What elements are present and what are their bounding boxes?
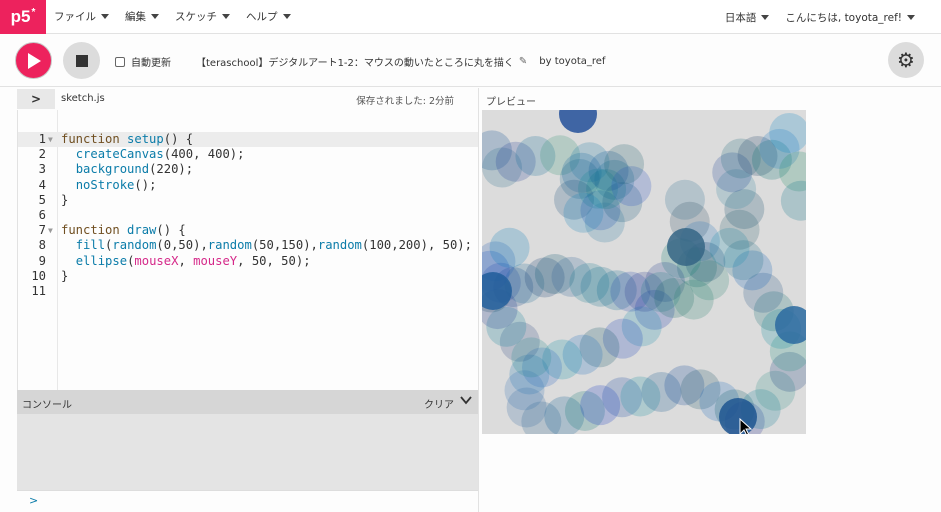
pane-divider[interactable] [478,88,479,512]
code-line: 6 [18,208,472,223]
user-menu[interactable]: こんにちは, toyota_ref! [777,0,923,34]
gear-icon: ⚙ [897,48,915,72]
menu-sketch-label: スケッチ [175,11,217,23]
project-owner: by toyota_ref [539,56,606,67]
console-clear-button[interactable]: クリア [424,396,454,411]
project-info: 【teraschool】デジタルアート1-2：マウスの動いたところに丸を描く ✎… [196,54,605,69]
chevron-down-icon[interactable] [460,394,472,408]
sketch-circle [780,180,806,221]
fold-arrow-icon[interactable]: ▼ [46,223,58,238]
menu-help-label: ヘルプ [246,11,278,23]
line-number: 7 [38,223,46,238]
console-output [17,414,478,490]
menu-file-label: ファイル [54,11,96,23]
code-lines: 1 ▼ function setup() { 2 createCanvas(400,… [18,132,472,299]
play-button[interactable] [15,42,52,79]
code-line: 11 [18,284,472,299]
project-name[interactable]: 【teraschool】デジタルアート1-2：マウスの動いたところに丸を描く [196,54,514,69]
file-bar: > sketch.js 保存されました: 2分前 [0,88,478,110]
code-line: 1 ▼ function setup() { [18,132,472,147]
code-line: 5} [18,193,472,208]
main-menu: ファイル 編集 スケッチ ヘルプ [46,0,299,34]
preview-canvas[interactable] [482,110,806,434]
line-number: 10 [31,268,46,283]
chevron-down-icon [222,14,230,19]
language-label: 日本語 [724,11,757,24]
code-editor[interactable]: 1 ▼ function setup() { 2 createCanvas(400,… [17,110,479,390]
toolbar: 自動更新 【teraschool】デジタルアート1-2：マウスの動いたところに丸… [0,34,941,87]
sketch-circle [673,279,714,320]
code-text: fill(random(0,50),random(50,150),random(… [75,238,472,253]
nav-right: 日本語 こんにちは, toyota_ref! [717,0,923,34]
auto-refresh-checkbox[interactable] [115,56,125,67]
line-number: 9 [38,253,46,268]
menu-edit[interactable]: 編集 [117,0,167,34]
logo-star: * [31,7,36,18]
console-header: コンソール クリア [17,390,478,414]
code-text: } [61,268,69,283]
sketch-drawing [482,110,806,434]
line-number: 4 [38,177,46,192]
code-text: createCanvas(400, 400); [75,147,245,162]
settings-button[interactable]: ⚙ [888,42,924,78]
code-text: function setup() { [61,132,194,146]
chevron-down-icon [151,14,159,19]
code-text: background(220); [75,162,194,177]
line-number: 8 [38,238,46,253]
code-line: 4 noStroke(); [18,178,472,193]
line-number: 6 [38,207,46,222]
file-name: sketch.js [61,93,105,104]
line-number: 11 [31,283,46,298]
top-navigation: p5 * ファイル 編集 スケッチ ヘルプ 日本語 こんにちは, toyota_r… [0,0,941,34]
language-menu[interactable]: 日本語 [717,0,778,34]
menu-edit-label: 編集 [125,11,146,23]
pencil-icon[interactable]: ✎ [519,56,527,67]
menu-sketch[interactable]: スケッチ [167,0,238,34]
sketch-circle [559,110,597,133]
console-input[interactable]: > [17,490,478,512]
line-number: 2 [38,147,46,162]
line-number: 1 [38,132,46,146]
line-number: 5 [38,192,46,207]
p5-logo[interactable]: p5 * [0,0,46,34]
code-line: 9 ellipse(mouseX, mouseY, 50, 50); [18,254,472,269]
auto-refresh-label: 自動更新 [131,58,171,69]
chevron-down-icon [101,14,109,19]
code-text: ellipse(mouseX, mouseY, 50, 50); [75,253,311,268]
chevron-down-icon [907,14,915,20]
fold-arrow-icon[interactable]: ▼ [46,132,58,147]
code-text: function draw() { [61,223,186,238]
console-prompt-icon: > [29,494,39,507]
logo-text: p5 [10,6,31,26]
code-text: noStroke(); [75,177,157,192]
user-greeting: こんにちは, toyota_ref! [785,11,902,24]
stop-button[interactable] [63,42,100,79]
preview-label: プレビュー [486,97,536,108]
line-number: 3 [38,162,46,177]
sketch-circle [667,228,705,266]
auto-refresh: 自動更新 [115,54,171,69]
menu-help[interactable]: ヘルプ [238,0,299,34]
sketch-circle [489,227,530,268]
code-line: 8 fill(random(0,50),random(50,150),rando… [18,238,472,253]
code-text: } [61,192,69,207]
sidebar-toggle-button[interactable]: > [17,89,55,109]
saved-status: 保存されました: 2分前 [356,96,454,107]
code-line: 10} [18,269,472,284]
code-line: 3 background(220); [18,162,472,177]
play-icon [27,52,41,69]
menu-file[interactable]: ファイル [46,0,117,34]
sketch-circle [604,144,645,185]
console-title: コンソール [22,400,72,411]
code-line: 2 createCanvas(400, 400); [18,147,472,162]
stop-icon [75,54,88,67]
chevron-down-icon [761,14,770,20]
chevron-right-icon: > [30,92,42,106]
chevron-down-icon [282,14,291,19]
code-line: 7 ▼ function draw() { [18,223,472,238]
